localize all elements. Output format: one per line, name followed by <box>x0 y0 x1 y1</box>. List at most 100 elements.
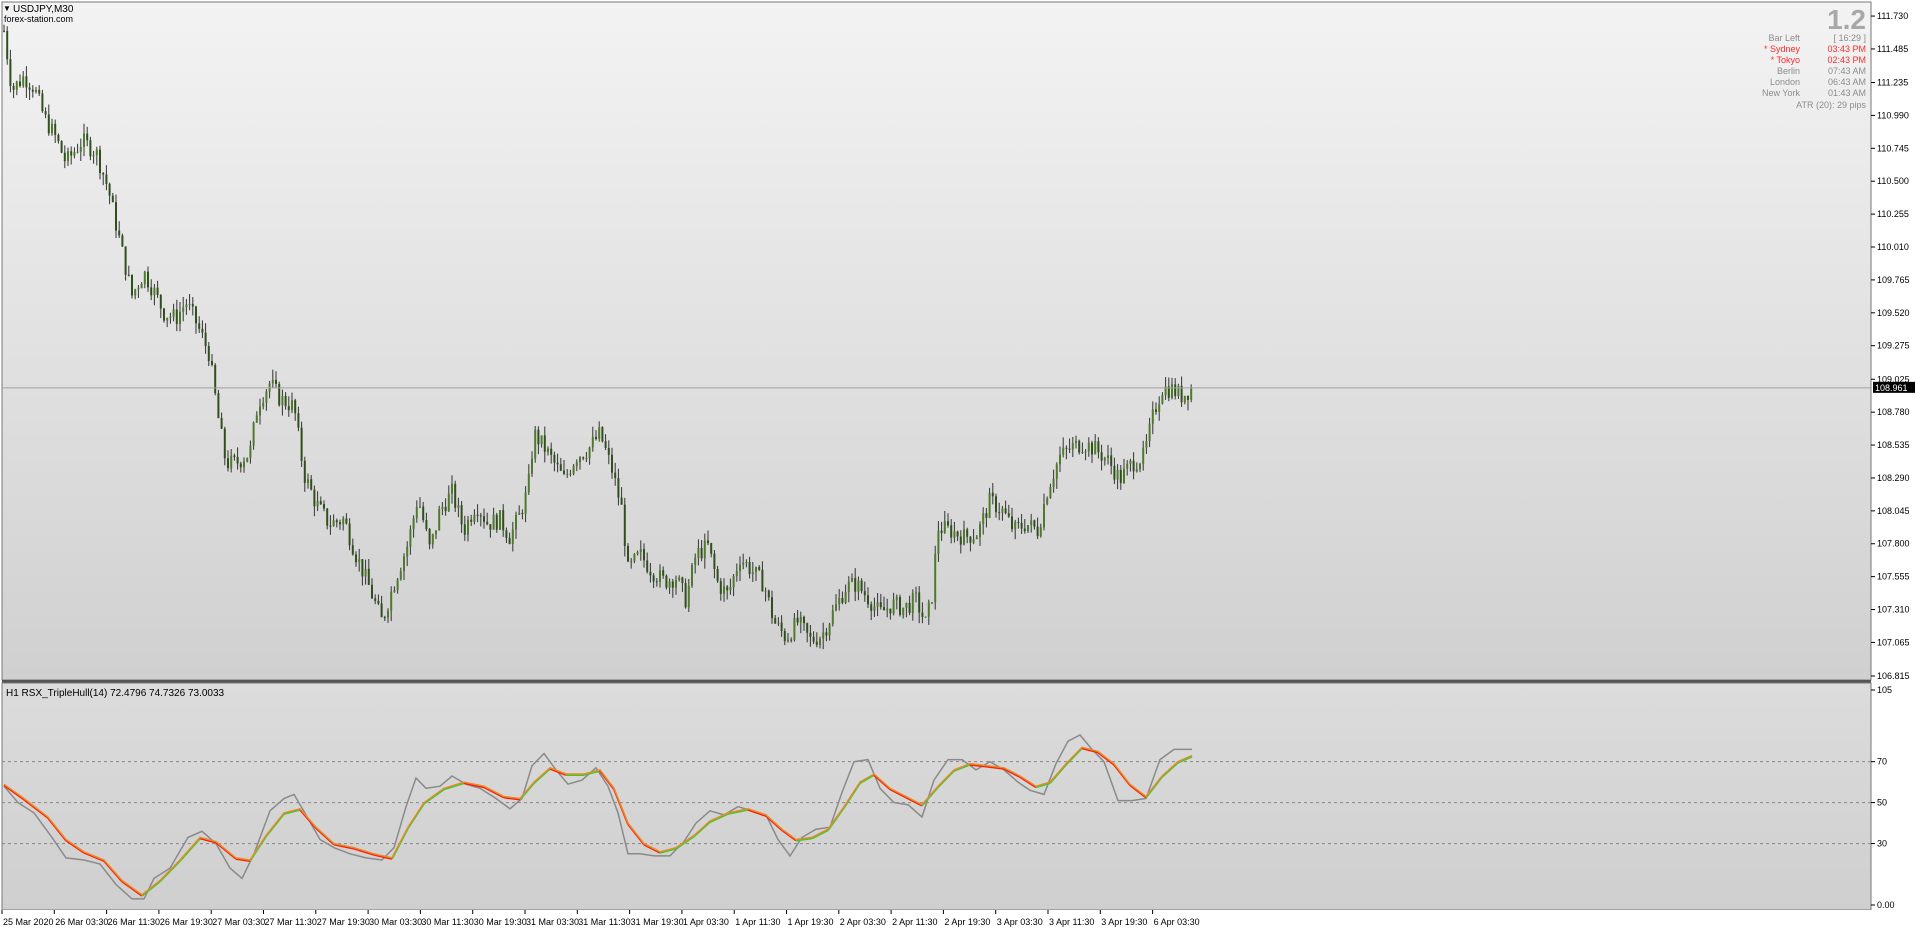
candle-body <box>67 151 69 162</box>
chart-canvas[interactable]: 111.730 111.485 111.235 110.990 110.745 110.5… <box>0 0 1916 933</box>
candle-body <box>665 575 668 588</box>
candle-body <box>863 591 866 596</box>
candle-body <box>1107 455 1109 458</box>
candle-body <box>675 580 677 588</box>
candle-body <box>287 406 290 411</box>
candle-body <box>668 581 671 588</box>
candle-body <box>851 577 853 582</box>
current-price-value: 108.961 <box>1875 383 1908 393</box>
indicator-tick-label: 70 <box>1877 757 1887 767</box>
info-label: * Sydney <box>1764 44 1801 54</box>
candle-body <box>1177 385 1180 397</box>
candle-body <box>454 483 457 508</box>
candle-body <box>479 515 482 517</box>
candle-body <box>1001 508 1004 513</box>
candle-body <box>1084 451 1087 453</box>
candle-body <box>223 428 226 459</box>
info-value: 01:43 AM <box>1828 88 1866 98</box>
candle-body <box>492 514 495 530</box>
candle-body <box>796 617 799 623</box>
candle-body <box>1135 469 1138 472</box>
candle-body <box>6 31 9 60</box>
candle-body <box>556 462 559 465</box>
candle-body <box>780 622 783 632</box>
time-tick-label: 2 Apr 19:30 <box>944 917 990 927</box>
candle-body <box>697 547 700 558</box>
candle-body <box>140 283 143 289</box>
time-tick-label: 26 Mar 11:30 <box>108 917 160 927</box>
candle-body <box>1071 443 1074 450</box>
candle-body <box>374 598 377 601</box>
candle-body <box>425 520 428 530</box>
candle-body <box>947 521 949 526</box>
candle-body <box>102 173 105 175</box>
candle-body <box>527 473 530 493</box>
candle-body <box>246 457 249 462</box>
candle-body <box>108 183 111 196</box>
candle-body <box>598 427 601 439</box>
candle-body <box>543 435 546 452</box>
candle-body <box>975 537 978 540</box>
candle-body <box>1027 525 1029 532</box>
candle-body <box>1151 409 1154 424</box>
candle-body <box>489 524 492 530</box>
time-tick-label: 30 Mar 11:30 <box>421 917 473 927</box>
candle-body <box>28 87 31 90</box>
candle-body <box>51 123 53 134</box>
candle-body <box>1142 447 1145 464</box>
candle-body <box>502 510 505 531</box>
candle-body <box>19 81 21 86</box>
candle-body <box>351 545 354 555</box>
candle-body <box>982 513 985 525</box>
chevron-down-icon[interactable]: ▼ <box>3 4 11 13</box>
candle-body <box>1052 478 1055 487</box>
candle-body <box>844 592 847 603</box>
indicator-panel[interactable] <box>1 682 1872 911</box>
candle-body <box>332 520 335 527</box>
info-value: 02:43 PM <box>1827 55 1866 65</box>
candle-body <box>294 400 297 414</box>
candle-body <box>191 303 194 307</box>
candle-body <box>559 464 562 471</box>
info-value: 03:43 PM <box>1827 44 1866 54</box>
candle-body <box>1123 468 1125 483</box>
candle-body <box>835 604 837 611</box>
candle-body <box>265 391 268 403</box>
price-panel[interactable] <box>1 1 1872 681</box>
candle-body <box>617 478 620 498</box>
candle-body <box>329 525 332 527</box>
candle-body <box>889 608 892 614</box>
time-tick-label: 31 Mar 03:30 <box>526 917 579 927</box>
candle-body <box>460 505 463 525</box>
candle-body <box>233 455 236 457</box>
candle-body <box>899 597 901 615</box>
info-value: 07:43 AM <box>1828 66 1866 76</box>
candle-body <box>467 519 469 535</box>
candle-body <box>739 564 741 572</box>
candle-body <box>531 458 533 474</box>
candle-body <box>879 602 882 608</box>
candle-body <box>470 519 473 522</box>
candle-body <box>105 174 108 184</box>
candle-body <box>652 575 655 582</box>
candle-body <box>1187 395 1189 400</box>
candle-body <box>361 559 364 577</box>
candle-body <box>1116 469 1119 480</box>
candle-body <box>278 383 281 406</box>
time-tick-label: 26 Mar 19:30 <box>160 917 213 927</box>
mt4-chart-window[interactable]: 111.730 111.485 111.235 110.990 110.745 110.5… <box>0 0 1916 933</box>
candle-body <box>179 311 181 325</box>
big-value: 1.2 <box>1827 4 1866 35</box>
candle-body <box>595 436 597 439</box>
candle-body <box>815 641 818 645</box>
candle-body <box>614 472 617 479</box>
candle-body <box>825 632 828 636</box>
price-tick-label: 110.255 <box>1877 209 1909 219</box>
price-tick-label: 108.045 <box>1877 506 1910 516</box>
candle-body <box>1132 460 1135 472</box>
candle-body <box>473 514 476 522</box>
candle-body <box>70 151 73 156</box>
candle-body <box>745 562 748 564</box>
candle-body <box>377 600 380 604</box>
candle-body <box>790 639 793 641</box>
